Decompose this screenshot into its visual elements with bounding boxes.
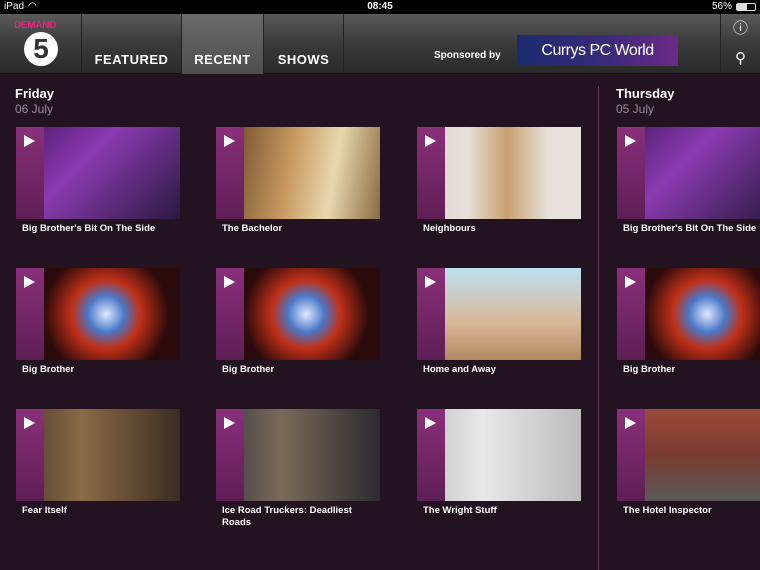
play-icon [625,417,636,429]
play-icon [224,276,235,288]
play-icon [625,276,636,288]
day-header-thursday: Thursday 05 July [616,86,675,116]
search-icon[interactable]: ⚲ [720,44,760,74]
show-card[interactable]: Neighbours [417,127,581,247]
sponsor-label: Sponsored by [434,50,501,61]
show-title: The Wright Stuff [423,505,497,516]
logo-word: DEMAND [14,20,57,31]
show-title: Big Brother [222,364,275,375]
tab-recent[interactable]: RECENT [182,14,264,74]
show-thumbnail [617,409,760,501]
play-icon [24,276,35,288]
show-thumbnail [216,127,380,219]
recent-grid: Friday 06 July Thursday 05 July Big Brot… [0,74,760,570]
play-icon [24,135,35,147]
show-thumbnail [417,409,581,501]
show-title: Big Brother [623,364,676,375]
show-title: Big Brother's Bit On The Side [623,223,757,234]
show-thumbnail [216,409,380,501]
tab-shows[interactable]: SHOWS [264,14,344,74]
show-thumbnail [16,127,180,219]
show-card[interactable]: Big Brother [16,268,180,388]
play-icon [224,135,235,147]
show-title: Big Brother [22,364,75,375]
show-card[interactable]: The Wright Stuff [417,409,581,529]
show-title: Home and Away [423,364,496,375]
show-title: Ice Road Truckers: Deadliest Roads [222,505,352,528]
play-icon [24,417,35,429]
show-card[interactable]: Fear Itself [16,409,180,529]
battery-percent: 56% [711,1,732,12]
show-card[interactable]: Ice Road Truckers: Deadliest Roads [216,409,380,529]
tab-featured[interactable]: FEATURED [82,14,182,74]
play-icon [625,135,636,147]
sponsor-logo[interactable]: Currys PC World [517,35,678,66]
show-thumbnail [617,127,760,219]
show-title: The Hotel Inspector [623,505,712,516]
clock: 08:45 [367,1,393,12]
show-title: Big Brother's Bit On The Side [22,223,156,234]
show-card[interactable]: Home and Away [417,268,581,388]
show-thumbnail [417,127,581,219]
play-icon [425,417,436,429]
show-card[interactable]: The Hotel Inspector [617,409,760,529]
play-icon [224,417,235,429]
top-nav: DEMAND 5 FEATURED RECENT SHOWS Sponsored… [0,14,760,74]
show-card[interactable]: Big Brother's Bit On The Side [617,127,760,247]
show-thumbnail [16,268,180,360]
play-icon [425,135,436,147]
show-card[interactable]: Big Brother [216,268,380,388]
show-thumbnail [417,268,581,360]
day-name: Thursday [616,86,675,101]
show-title: Neighbours [423,223,476,234]
show-thumbnail [16,409,180,501]
day-date: 05 July [616,102,655,116]
status-bar: iPad ◠ 08:45 56% [0,0,760,14]
logo-number: 5 [24,32,58,66]
day-date: 06 July [15,102,54,116]
day-name: Friday [15,86,55,101]
show-card[interactable]: The Bachelor [216,127,380,247]
show-thumbnail [216,268,380,360]
battery-icon [736,3,756,11]
show-title: Fear Itself [22,505,67,516]
day-header-friday: Friday 06 July [15,86,54,116]
info-icon[interactable]: ⓘ [720,14,760,44]
demand5-logo[interactable]: DEMAND 5 [0,14,82,74]
day-divider [598,86,599,570]
show-card[interactable]: Big Brother's Bit On The Side [16,127,180,247]
show-title: The Bachelor [222,223,283,234]
play-icon [425,276,436,288]
show-card[interactable]: Big Brother [617,268,760,388]
show-thumbnail [617,268,760,360]
